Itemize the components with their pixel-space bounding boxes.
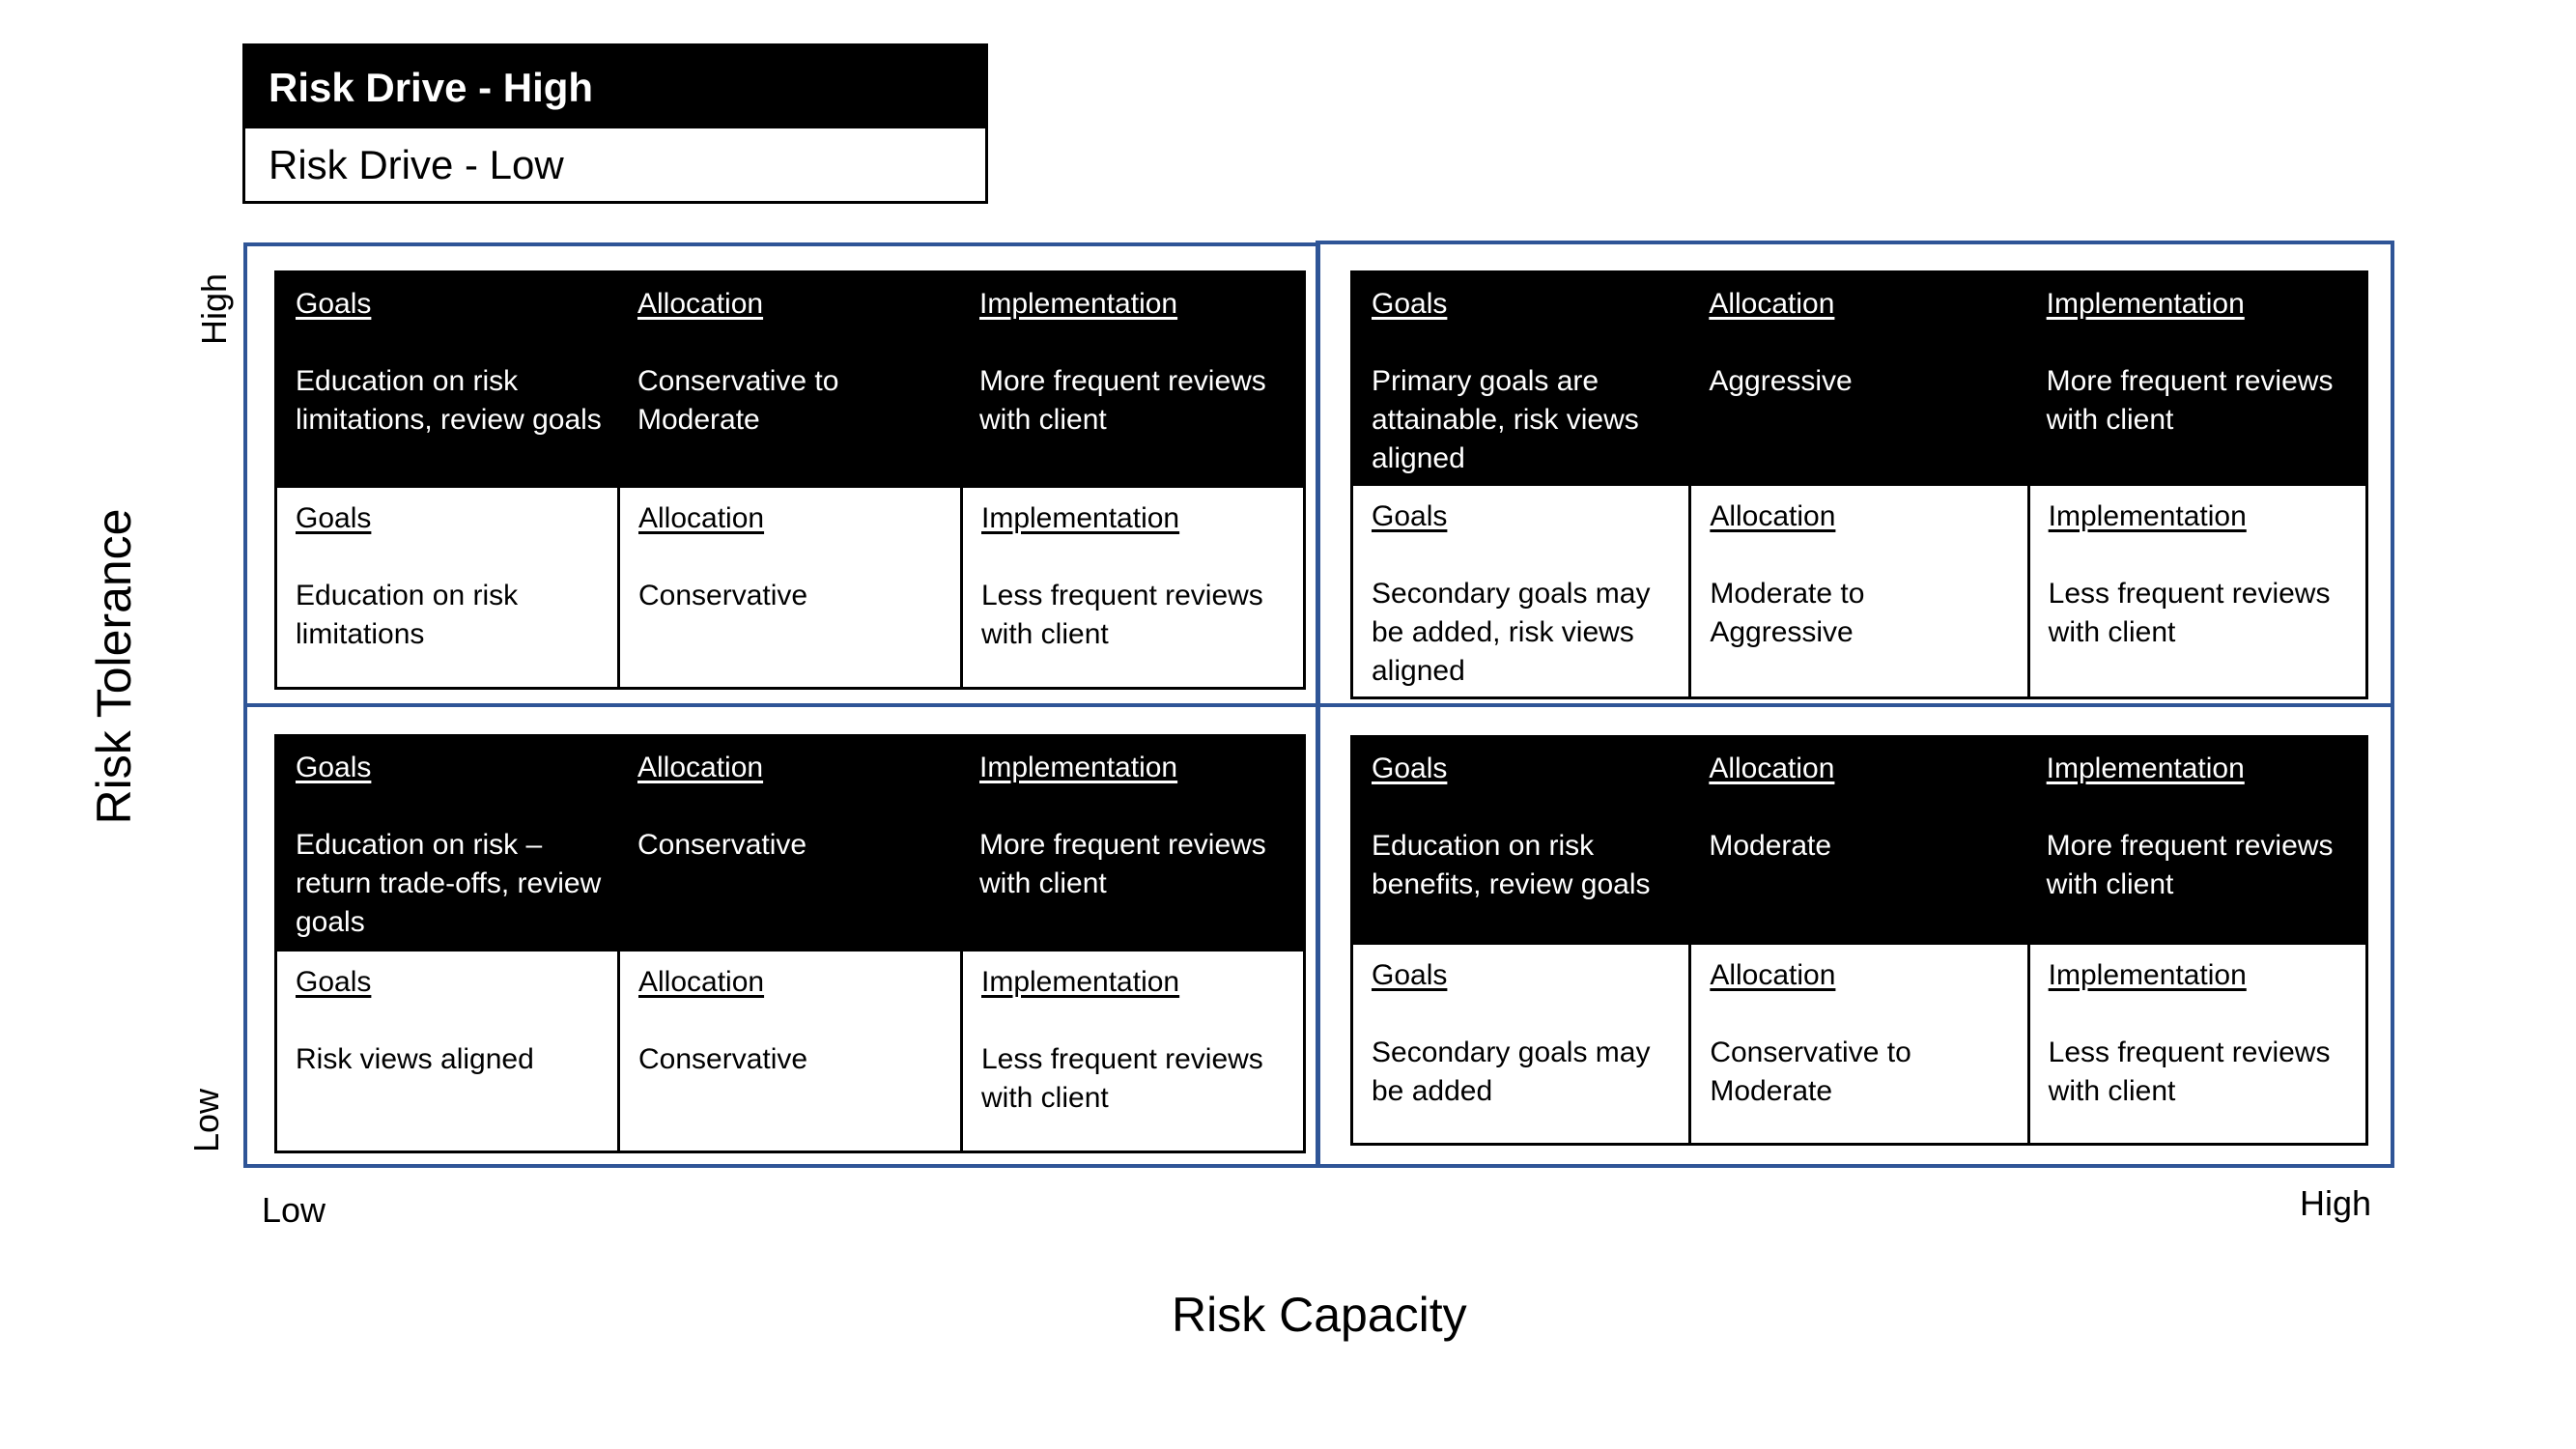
cell-text: Less frequent reviews with client bbox=[2048, 578, 2331, 648]
cell-header: Allocation bbox=[637, 752, 764, 783]
cell-implementation: Implementation Less frequent reviews with… bbox=[960, 488, 1303, 687]
risk-drive-high-band: Goals Primary goals are attainable, risk … bbox=[1353, 273, 2365, 486]
cell-text: Secondary goals may be added bbox=[1372, 1037, 1651, 1107]
cell-implementation: Implementation Less frequent reviews with… bbox=[960, 952, 1303, 1151]
cell-header: Goals bbox=[1372, 753, 1448, 784]
risk-drive-high-band: Goals Education on risk benefits, review … bbox=[1353, 738, 2365, 945]
cell-goals: Goals Education on risk limitations, revi… bbox=[277, 273, 619, 488]
cell-text: Conservative bbox=[638, 580, 808, 611]
y-axis-title: Risk Tolerance bbox=[87, 508, 141, 825]
risk-drive-legend: Risk Drive - High Risk Drive - Low bbox=[242, 43, 988, 204]
cell-header: Implementation bbox=[2046, 288, 2245, 320]
cell-header: Allocation bbox=[1709, 288, 1835, 320]
x-axis-title: Risk Capacity bbox=[1172, 1288, 1467, 1342]
cell-allocation: Allocation Conservative bbox=[617, 488, 960, 687]
cell-text: Aggressive bbox=[1709, 365, 1853, 397]
cell-text: Moderate bbox=[1709, 830, 1832, 862]
x-axis-high-label: High bbox=[2300, 1183, 2372, 1223]
cell-allocation: Allocation Moderate bbox=[1690, 738, 2027, 945]
cell-goals: Goals Risk views aligned bbox=[277, 952, 617, 1151]
cell-implementation: Implementation More frequent reviews with… bbox=[2028, 273, 2365, 486]
cell-text: Education on risk benefits, review goals bbox=[1372, 830, 1651, 900]
cell-allocation: Allocation Conservative to Moderate bbox=[1688, 945, 2026, 1143]
cell-text: Education on risk – return trade-offs, r… bbox=[296, 829, 602, 938]
cell-header: Goals bbox=[296, 288, 372, 320]
cell-allocation: Allocation Moderate to Aggressive bbox=[1688, 486, 2026, 696]
cell-header: Allocation bbox=[1709, 753, 1835, 784]
cell-text: Education on risk limitations, review go… bbox=[296, 365, 602, 436]
table-bottom-left: Goals Education on risk – return trade-of… bbox=[274, 734, 1306, 1153]
cell-text: Less frequent reviews with client bbox=[981, 580, 1263, 650]
cell-header: Allocation bbox=[1710, 500, 1836, 532]
cell-text: Primary goals are attainable, risk views… bbox=[1372, 365, 1639, 474]
cell-goals: Goals Primary goals are attainable, risk … bbox=[1353, 273, 1690, 486]
cell-header: Goals bbox=[1372, 959, 1448, 991]
risk-drive-low-band: Goals Education on risk limitations Alloca… bbox=[277, 488, 1303, 687]
cell-header: Allocation bbox=[637, 288, 764, 320]
cell-allocation: Allocation Conservative bbox=[617, 952, 960, 1151]
cell-implementation: Implementation Less frequent reviews with… bbox=[2026, 486, 2365, 696]
cell-header: Goals bbox=[296, 752, 372, 783]
table-top-left: Goals Education on risk limitations, revi… bbox=[274, 270, 1306, 690]
cell-allocation: Allocation Conservative bbox=[619, 737, 961, 952]
legend-high-row: Risk Drive - High bbox=[245, 46, 985, 128]
y-axis-low-label: Low bbox=[186, 1088, 226, 1153]
cell-header: Implementation bbox=[979, 288, 1178, 320]
cell-header: Allocation bbox=[638, 502, 765, 534]
cell-allocation: Allocation Aggressive bbox=[1690, 273, 2027, 486]
legend-low-label: Risk Drive - Low bbox=[269, 141, 564, 187]
cell-goals: Goals Education on risk benefits, review … bbox=[1353, 738, 1690, 945]
cell-implementation: Implementation More frequent reviews with… bbox=[961, 737, 1303, 952]
x-axis-low-label: Low bbox=[262, 1190, 326, 1230]
cell-text: Secondary goals may be added, risk views… bbox=[1372, 578, 1651, 687]
risk-drive-low-band: Goals Secondary goals may be added Allocat… bbox=[1353, 945, 2365, 1143]
cell-text: Moderate to Aggressive bbox=[1710, 578, 1865, 648]
cell-header: Allocation bbox=[638, 966, 765, 998]
cell-implementation: Implementation More frequent reviews with… bbox=[2028, 738, 2365, 945]
cell-text: Conservative bbox=[638, 1043, 808, 1075]
cell-text: Conservative to Moderate bbox=[637, 365, 839, 436]
cell-goals: Goals Secondary goals may be added, risk … bbox=[1353, 486, 1688, 696]
cell-text: Education on risk limitations bbox=[296, 580, 519, 650]
cell-goals: Goals Education on risk – return trade-of… bbox=[277, 737, 619, 952]
cell-goals: Goals Education on risk limitations bbox=[277, 488, 617, 687]
cell-text: Risk views aligned bbox=[296, 1043, 534, 1075]
cell-header: Goals bbox=[296, 502, 372, 534]
cell-header: Implementation bbox=[2048, 959, 2247, 991]
cell-text: Conservative to Moderate bbox=[1710, 1037, 1911, 1107]
cell-header: Implementation bbox=[2046, 753, 2245, 784]
cell-header: Implementation bbox=[979, 752, 1178, 783]
cell-text: Less frequent reviews with client bbox=[2048, 1037, 2331, 1107]
cell-header: Allocation bbox=[1710, 959, 1836, 991]
cell-text: Conservative bbox=[637, 829, 807, 861]
risk-drive-high-band: Goals Education on risk limitations, revi… bbox=[277, 273, 1303, 488]
legend-high-label: Risk Drive - High bbox=[269, 64, 594, 110]
cell-text: More frequent reviews with client bbox=[979, 365, 1266, 436]
cell-header: Implementation bbox=[981, 966, 1180, 998]
cell-header: Implementation bbox=[2048, 500, 2247, 532]
y-axis-high-label: High bbox=[194, 272, 234, 346]
cell-header: Goals bbox=[1372, 288, 1448, 320]
cell-header: Goals bbox=[296, 966, 372, 998]
cell-goals: Goals Secondary goals may be added bbox=[1353, 945, 1688, 1143]
cell-header: Goals bbox=[1372, 500, 1448, 532]
cell-text: More frequent reviews with client bbox=[2046, 365, 2334, 436]
table-top-right: Goals Primary goals are attainable, risk … bbox=[1350, 270, 2368, 699]
cell-text: Less frequent reviews with client bbox=[981, 1043, 1263, 1114]
cell-allocation: Allocation Conservative to Moderate bbox=[619, 273, 961, 488]
legend-low-row: Risk Drive - Low bbox=[245, 128, 985, 201]
cell-header: Implementation bbox=[981, 502, 1180, 534]
cell-text: More frequent reviews with client bbox=[2046, 830, 2334, 900]
cell-implementation: Implementation Less frequent reviews with… bbox=[2026, 945, 2365, 1143]
risk-drive-high-band: Goals Education on risk – return trade-of… bbox=[277, 737, 1303, 952]
cell-implementation: Implementation More frequent reviews with… bbox=[961, 273, 1303, 488]
risk-drive-low-band: Goals Risk views aligned Allocation Conserv… bbox=[277, 952, 1303, 1151]
risk-drive-low-band: Goals Secondary goals may be added, risk … bbox=[1353, 486, 2365, 696]
cell-text: More frequent reviews with client bbox=[979, 829, 1266, 899]
table-bottom-right: Goals Education on risk benefits, review … bbox=[1350, 735, 2368, 1146]
